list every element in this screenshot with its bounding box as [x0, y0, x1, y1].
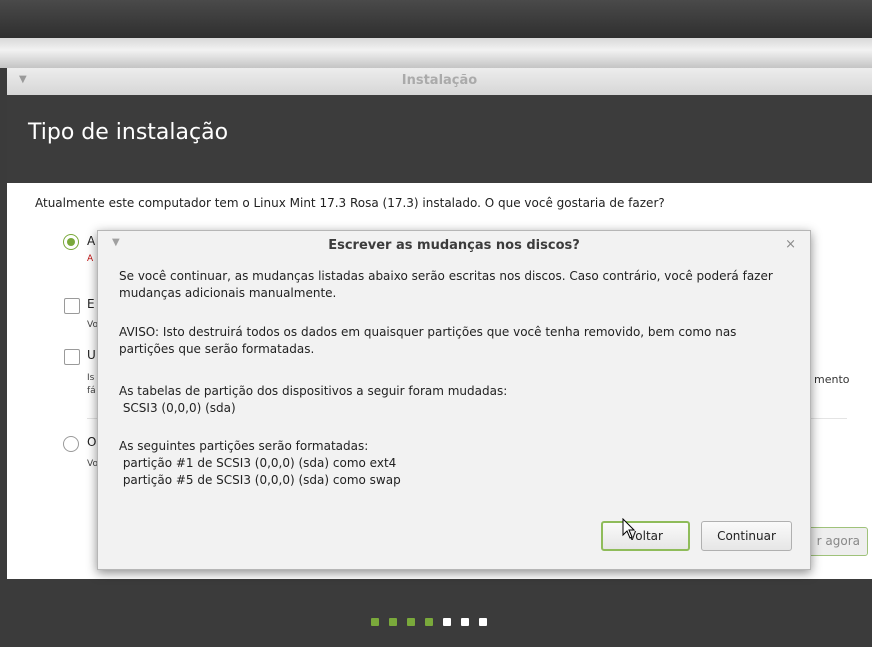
install-now-label: r agora	[816, 534, 860, 548]
progress-dot	[461, 618, 469, 626]
installation-question: Atualmente este computador tem o Linux M…	[35, 196, 665, 210]
progress-dot	[389, 618, 397, 626]
desktop-top-panel	[0, 0, 872, 38]
close-icon[interactable]: ×	[785, 237, 796, 252]
option-sub-3b: fá	[87, 386, 96, 396]
continue-button[interactable]: Continuar	[701, 521, 792, 551]
dialog-p1-line1: Se você continuar, as mudanças listadas …	[119, 269, 773, 283]
dialog-p4-line1: As seguintes partições serão formatadas:	[119, 439, 369, 453]
write-changes-dialog: ▼ Escrever as mudanças nos discos? × Se …	[97, 230, 811, 570]
option-checkbox-3[interactable]	[64, 349, 80, 365]
dialog-p3-line1: As tabelas de partição dos dispositivos …	[119, 384, 508, 398]
progress-dot	[371, 618, 379, 626]
dialog-p4-line2: partição #1 de SCSI3 (0,0,0) (sda) como …	[119, 456, 397, 470]
progress-footer	[0, 579, 872, 647]
dialog-p3-line2: SCSI3 (0,0,0) (sda)	[119, 401, 236, 415]
option-checkbox-2[interactable]	[64, 298, 80, 314]
option-sub-1: A	[87, 254, 94, 264]
desktop-window-strip	[0, 38, 872, 68]
window-title: Instalação	[401, 73, 478, 88]
page-title: Tipo de instalação	[28, 120, 229, 145]
dialog-p1-line2: mudanças adicionais manualmente.	[119, 286, 337, 300]
dialog-p2-line2: partições que serão formatadas.	[119, 342, 315, 356]
option-label-4: O	[87, 435, 97, 449]
dialog-titlebar[interactable]: ▼ Escrever as mudanças nos discos? ×	[98, 231, 810, 259]
dialog-p4-line3: partição #5 de SCSI3 (0,0,0) (sda) como …	[119, 473, 401, 487]
installer-titlebar[interactable]: ▼ Instalação	[7, 68, 872, 96]
progress-dot	[479, 618, 487, 626]
progress-dot	[407, 618, 415, 626]
option-label-3: U	[87, 348, 96, 362]
dialog-formatted-partitions: As seguintes partições serão formatadas:…	[119, 438, 401, 489]
progress-dot	[443, 618, 451, 626]
back-button[interactable]: Voltar	[601, 521, 690, 551]
option-radio-4[interactable]	[63, 436, 79, 452]
option-label-1: A	[87, 234, 96, 248]
dialog-warning: AVISO: Isto destruirá todos os dados em …	[119, 324, 736, 358]
progress-dots	[371, 618, 487, 626]
option-radio-1[interactable]	[63, 234, 79, 250]
option-description-fragment: mento	[814, 373, 850, 386]
dialog-paragraph-1: Se você continuar, as mudanças listadas …	[119, 268, 773, 302]
progress-dot	[425, 618, 433, 626]
mouse-pointer-icon	[622, 518, 636, 539]
dialog-partition-tables: As tabelas de partição dos dispositivos …	[119, 383, 507, 417]
dialog-p2-line1: AVISO: Isto destruirá todos os dados em …	[119, 325, 737, 339]
option-sub-3a: Is	[87, 373, 95, 383]
page-header: Tipo de instalação	[7, 95, 872, 183]
option-label-2: E	[87, 297, 95, 311]
dialog-title: Escrever as mudanças nos discos?	[328, 238, 580, 253]
